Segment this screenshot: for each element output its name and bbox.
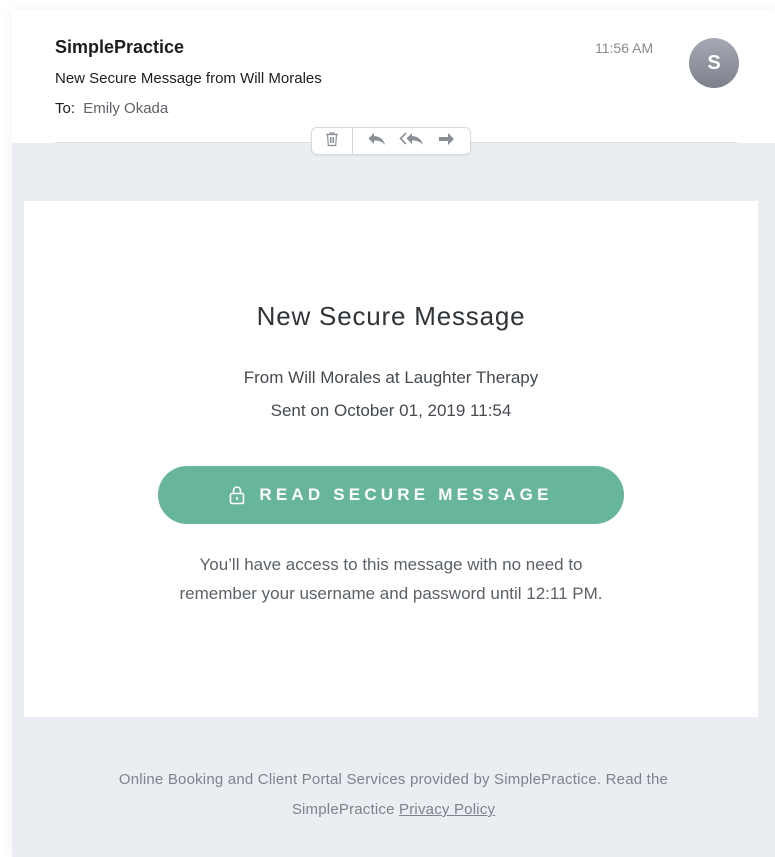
footer-line-2: SimplePractice Privacy Policy xyxy=(12,801,775,818)
privacy-policy-link[interactable]: Privacy Policy xyxy=(399,801,495,818)
message-card: New Secure Message From Will Morales at … xyxy=(24,201,758,717)
reply-icon xyxy=(367,132,387,151)
footer-line-2-prefix: SimplePractice xyxy=(291,801,395,818)
email-subject: New Secure Message from Will Morales xyxy=(55,70,322,87)
read-secure-message-label: READ SECURE MESSAGE xyxy=(259,485,553,504)
email-header: SimplePractice New Secure Message from W… xyxy=(12,10,775,143)
forward-icon xyxy=(438,132,456,151)
email-time: 11:56 AM xyxy=(595,40,654,56)
sender-avatar: S xyxy=(689,38,739,88)
lock-icon xyxy=(229,485,245,505)
reply-button[interactable] xyxy=(360,132,394,151)
message-sent-date: Sent on October 01, 2019 11:54 xyxy=(270,401,512,420)
message-from: From Will Morales at Laughter Therapy xyxy=(243,368,539,387)
message-toolbar xyxy=(311,127,471,155)
reply-all-icon xyxy=(398,131,425,151)
email-window: SimplePractice New Secure Message from W… xyxy=(12,10,775,857)
reply-all-button[interactable] xyxy=(395,131,429,151)
sender-name: SimplePractice xyxy=(55,37,185,57)
access-note-line-2: remember your username and password unti… xyxy=(179,584,603,603)
trash-icon xyxy=(325,131,339,152)
read-secure-message-button[interactable]: READ SECURE MESSAGE xyxy=(158,466,624,524)
access-note-line-1: You’ll have access to this message with … xyxy=(199,555,583,574)
to-label: To: xyxy=(55,100,76,117)
footer-line-1: Online Booking and Client Portal Service… xyxy=(118,771,669,788)
delete-button[interactable] xyxy=(312,128,353,154)
message-title: New Secure Message xyxy=(256,301,526,331)
recipient-name: Emily Okada xyxy=(83,100,169,117)
recipient-row: To: Emily Okada xyxy=(55,100,168,117)
forward-button[interactable] xyxy=(430,132,464,151)
